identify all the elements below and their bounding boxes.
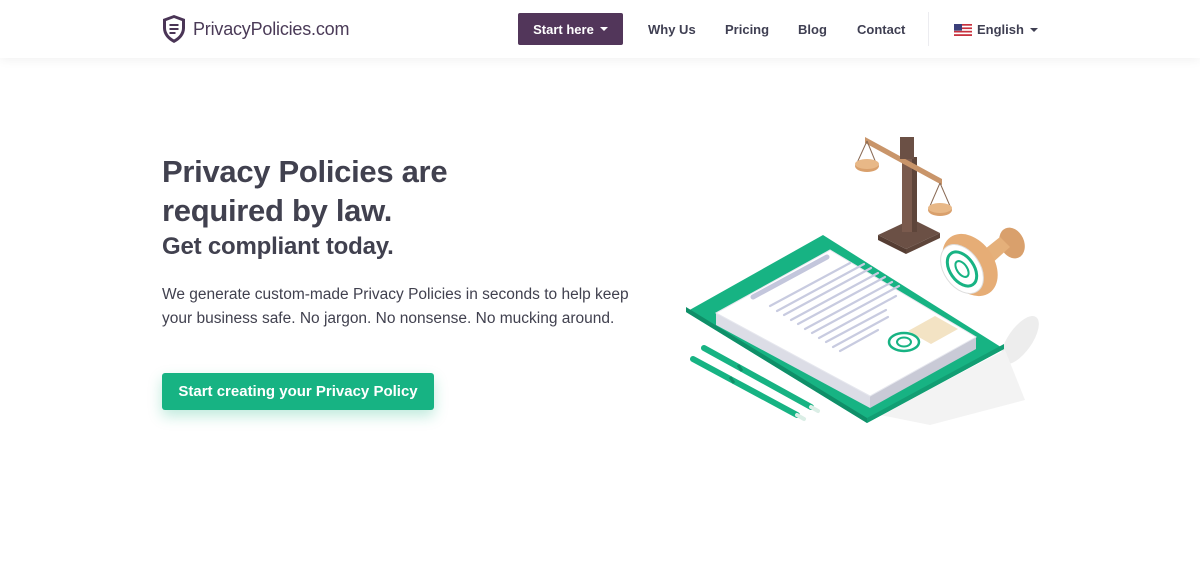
hero-title: Privacy Policies are required by law. xyxy=(162,152,448,230)
main-nav: Start here Why Us Pricing Blog Contact E… xyxy=(518,12,1038,46)
start-here-label: Start here xyxy=(533,21,594,37)
scales-of-justice-icon xyxy=(855,137,952,254)
legal-document-illustration xyxy=(686,137,1039,425)
hero-title-line-1: Privacy Policies are xyxy=(162,154,448,189)
rubber-stamp-icon xyxy=(940,227,1025,297)
brand-logo[interactable]: PrivacyPolicies.com xyxy=(162,14,349,44)
hero-description: We generate custom-made Privacy Policies… xyxy=(162,283,642,331)
language-selector[interactable]: English xyxy=(954,22,1038,37)
hero-subtitle: Get compliant today. xyxy=(162,233,394,260)
nav-link-blog[interactable]: Blog xyxy=(798,22,827,37)
start-here-button[interactable]: Start here xyxy=(518,13,623,45)
nav-link-why-us[interactable]: Why Us xyxy=(648,22,696,37)
hero-description-line-1: We generate custom-made Privacy Policies… xyxy=(162,286,629,303)
start-creating-policy-button[interactable]: Start creating your Privacy Policy xyxy=(162,373,434,410)
site-header: PrivacyPolicies.com Start here Why Us Pr… xyxy=(0,0,1200,58)
shield-logo-icon xyxy=(163,15,185,43)
language-label: English xyxy=(977,22,1024,37)
nav-link-contact[interactable]: Contact xyxy=(857,22,905,37)
nav-link-pricing[interactable]: Pricing xyxy=(725,22,769,37)
hero-description-line-2: your business safe. No jargon. No nonsen… xyxy=(162,310,615,327)
brand-name: PrivacyPolicies.com xyxy=(193,18,350,39)
us-flag-icon xyxy=(954,23,972,36)
nav-divider xyxy=(928,12,929,46)
chevron-down-icon xyxy=(1029,27,1038,32)
hero-title-line-2: required by law. xyxy=(162,193,393,228)
chevron-down-icon xyxy=(599,27,608,31)
